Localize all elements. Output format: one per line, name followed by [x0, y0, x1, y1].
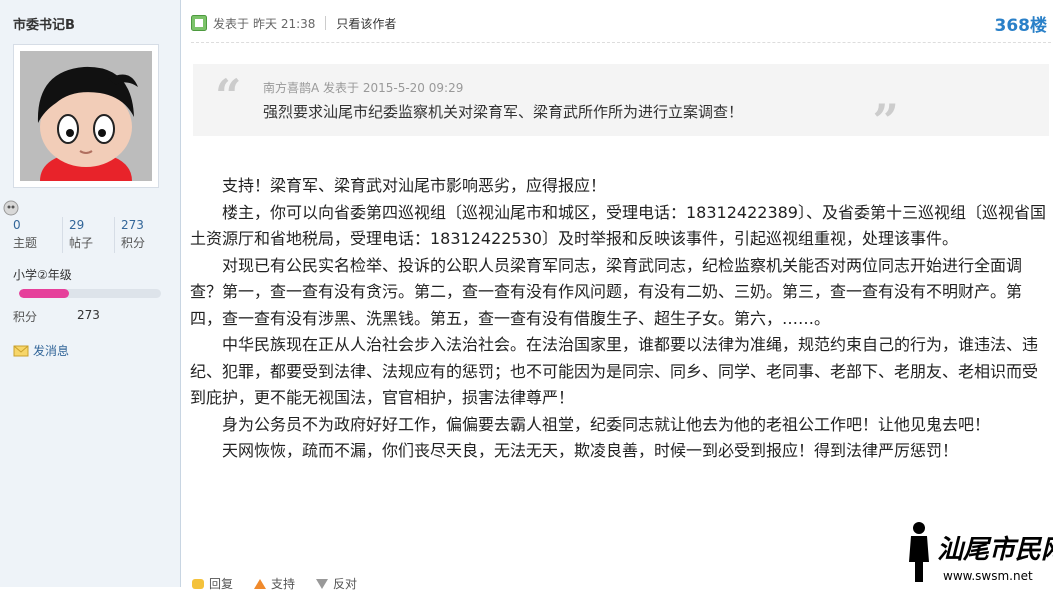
posted-label: 发表于: [213, 16, 250, 31]
post-body: 支持！梁育军、梁育武对汕尾市影响恶劣，应得报应！ 楼主，你可以向省委第四巡视组〔…: [190, 173, 1052, 465]
stat-points-value[interactable]: 273: [121, 217, 171, 233]
reply-label: 回复: [209, 577, 234, 591]
post-actions: 回复 支持 反对: [191, 575, 357, 592]
post-paragraph: 身为公务员不为政府好好工作，偏偏要去霸人祖堂，纪委同志就让他去为他的老祖公工作吧…: [222, 414, 991, 434]
stat-posts-label: 帖子: [69, 236, 94, 250]
post-paragraph: 楼主，你可以向省委第四巡视组〔巡视汕尾市和城区，受理电话：18312422389…: [190, 202, 1046, 249]
post-paragraph: 中华民族现在正从人治社会步入法治社会。在法治国家里，谁都要以法律为准绳，规范约束…: [190, 335, 1039, 407]
send-message-button[interactable]: 发消息: [13, 342, 69, 359]
username[interactable]: 市委书记B: [13, 14, 75, 33]
header-divider: [191, 42, 1051, 43]
post-paragraph: 对现已有公民实名检举、投诉的公职人员梁育军同志，梁育武同志，纪检监察机关能否对两…: [190, 255, 1023, 328]
stat-points[interactable]: 273 积分: [114, 217, 171, 253]
envelope-icon: [13, 345, 29, 356]
support-button[interactable]: 支持: [253, 575, 295, 592]
user-sidebar: 市委书记B 0 主题 29 帖子 273 积分 小学②年级 积分 273 发消息: [0, 0, 181, 587]
post-main: 发表于 昨天 21:38 只看该作者 368楼 “ 南方喜鹊A 发表于 2015…: [181, 0, 1063, 591]
quote-block: “ 南方喜鹊A 发表于 2015-5-20 09:29 强烈要求汕尾市纪委监察机…: [193, 64, 1049, 148]
points-value: 273: [77, 308, 100, 322]
stat-posts[interactable]: 29 帖子: [62, 217, 119, 253]
post-icon: [191, 15, 207, 31]
stat-posts-value[interactable]: 29: [69, 217, 119, 233]
stat-topics[interactable]: 0 主题: [13, 217, 63, 253]
level-progress-bar: [19, 289, 161, 298]
meta-divider: [325, 16, 327, 30]
stat-topics-label: 主题: [13, 236, 38, 250]
watermark-name: 汕尾市民网: [937, 535, 1053, 565]
oppose-label: 反对: [333, 577, 358, 591]
level-progress-fill: [19, 289, 69, 298]
author-only-link[interactable]: 只看该作者: [336, 15, 396, 32]
post-paragraph: 支持！梁育军、梁育武对汕尾市影响恶劣，应得报应！: [222, 176, 607, 195]
user-level[interactable]: 小学②年级: [13, 266, 72, 283]
quote-open-icon: “: [215, 69, 242, 123]
send-message-label: 发消息: [33, 344, 70, 358]
stat-topics-value[interactable]: 0: [13, 217, 63, 233]
post-meta: 发表于 昨天 21:38 只看该作者: [191, 12, 1051, 34]
watermark-url: www.swsm.net: [943, 569, 1033, 583]
quote-meta: 南方喜鹊A 发表于 2015-5-20 09:29: [263, 81, 464, 95]
thumbs-up-icon: [254, 578, 267, 589]
floor-number[interactable]: 368楼: [995, 11, 1048, 36]
reply-icon: [192, 578, 204, 589]
points-label: 积分: [13, 310, 38, 324]
posted-time: 昨天 21:38: [253, 16, 316, 31]
site-watermark-logo: 汕尾市民网 www.swsm.net: [901, 518, 1053, 584]
avatar[interactable]: [20, 51, 152, 181]
quote-close-icon: ”: [872, 94, 899, 148]
post-paragraph: 天网恢恢，疏而不漏，你们丧尽天良，无法无天，欺凌良善，时候一到必受到报应！得到法…: [222, 441, 959, 460]
avatar-frame: [13, 44, 159, 188]
support-label: 支持: [271, 577, 296, 591]
reply-button[interactable]: 回复: [191, 575, 233, 592]
stat-points-label: 积分: [121, 236, 146, 250]
oppose-button[interactable]: 反对: [315, 575, 357, 592]
thumbs-down-icon: [316, 578, 329, 589]
quote-text: 强烈要求汕尾市纪委监察机关对梁育军、梁育武所作所为进行立案调查！: [263, 103, 744, 121]
online-status-icon: [3, 200, 19, 216]
